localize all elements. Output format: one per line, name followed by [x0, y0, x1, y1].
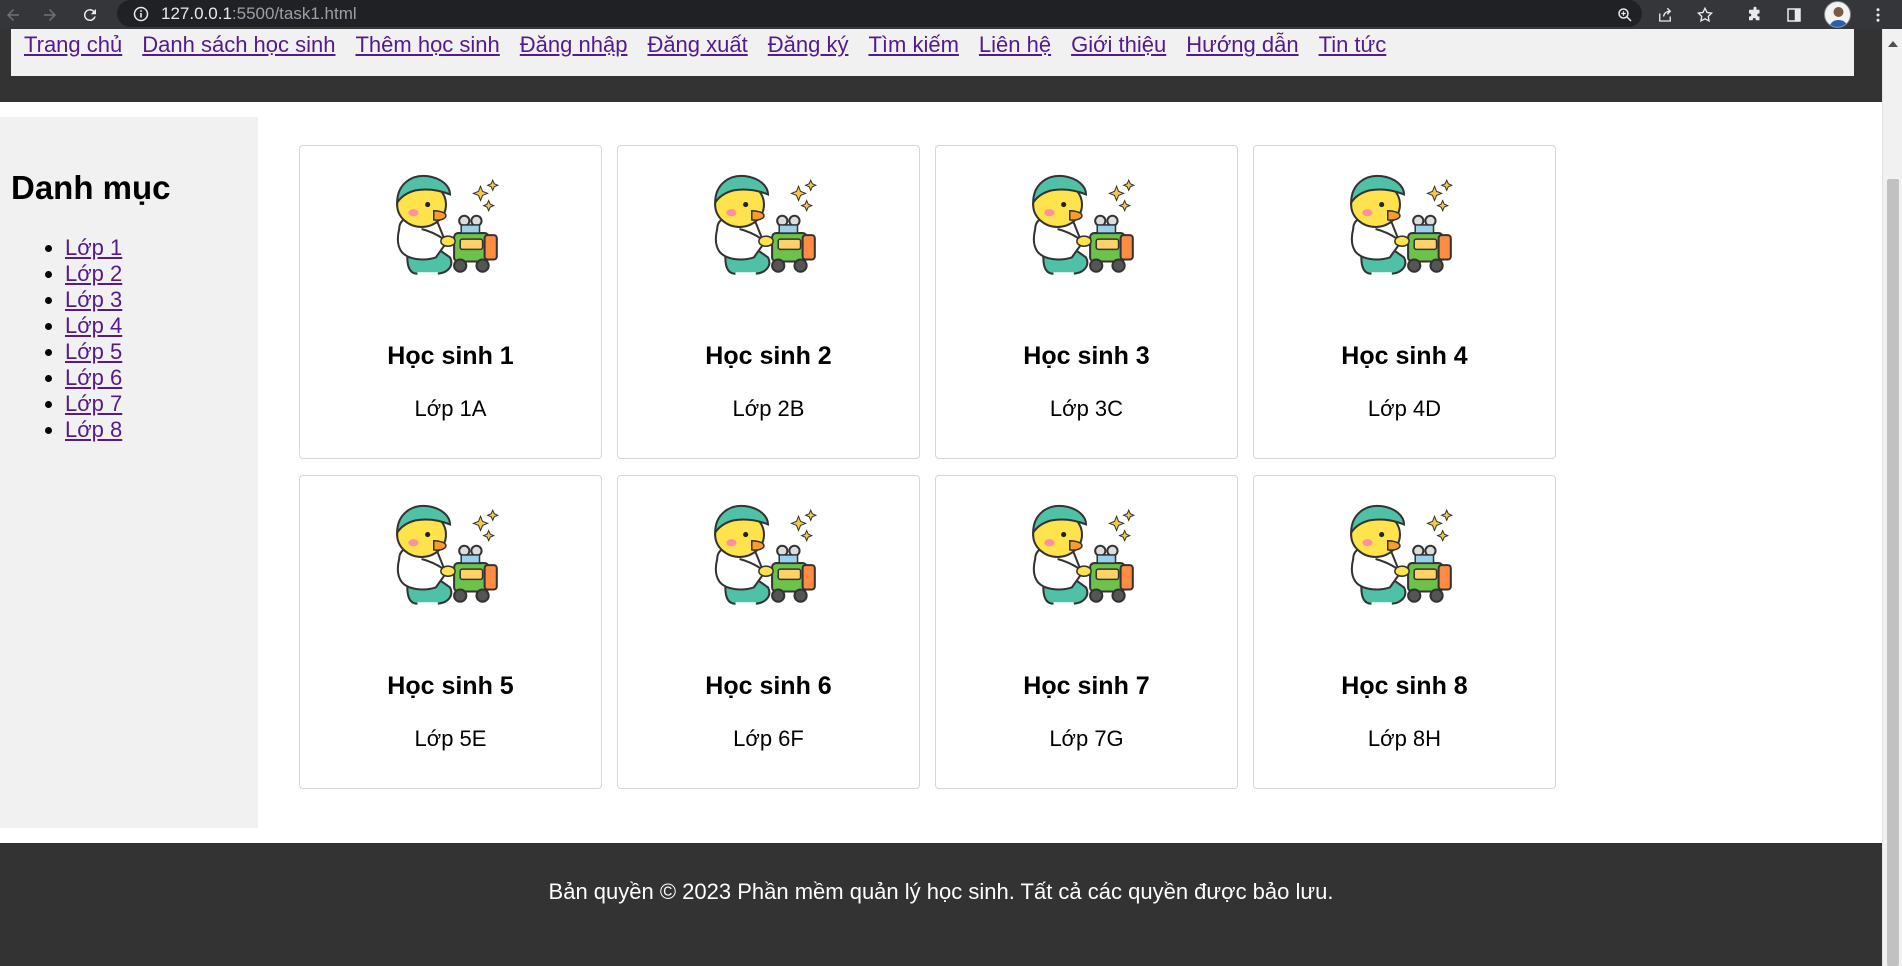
sidebar-item-class-8[interactable]: Lớp 8 [65, 417, 122, 442]
student-name: Học sinh 3 [1023, 342, 1150, 370]
url-text: 127.0.0.1:5500/task1.html [161, 4, 357, 24]
sidebar-item-class-3[interactable]: Lớp 3 [65, 287, 122, 312]
scroll-up-arrow-icon[interactable] [1888, 41, 1898, 47]
list-item: Lớp 1 [65, 235, 122, 261]
nav-link-login[interactable]: Đăng nhập [520, 32, 628, 58]
nav-link-home[interactable]: Trang chủ [24, 32, 122, 58]
student-name: Học sinh 6 [705, 672, 832, 700]
nav-link-search[interactable]: Tìm kiếm [868, 32, 958, 58]
profile-avatar[interactable] [1824, 1, 1851, 28]
sidebar-item-class-1[interactable]: Lớp 1 [65, 235, 122, 260]
duck-robot-illustration [1031, 504, 1136, 606]
nav-link-news[interactable]: Tin tức [1319, 32, 1387, 58]
reload-icon[interactable] [77, 2, 103, 28]
duck-robot-illustration [1031, 174, 1136, 276]
student-name: Học sinh 2 [705, 342, 832, 370]
list-item: Lớp 5 [65, 339, 122, 365]
sidebar-item-class-4[interactable]: Lớp 4 [65, 313, 122, 338]
forward-arrow-icon[interactable] [37, 2, 63, 28]
duck-robot-illustration [713, 174, 818, 276]
student-name: Học sinh 5 [387, 672, 514, 700]
page-viewport: Trang chủ Danh sách học sinh Thêm học si… [0, 29, 1882, 966]
duck-robot-illustration [395, 174, 500, 276]
nav-link-add-student[interactable]: Thêm học sinh [355, 32, 499, 58]
student-class: Lớp 7G [1049, 726, 1124, 751]
url-path: :5500/task1.html [231, 3, 357, 23]
list-item: Lớp 7 [65, 391, 122, 417]
bookmark-star-icon[interactable] [1693, 3, 1717, 27]
sidebar-item-class-7[interactable]: Lớp 7 [65, 391, 122, 416]
list-item: Lớp 4 [65, 313, 122, 339]
browser-toolbar: 127.0.0.1:5500/task1.html [0, 0, 1902, 29]
student-class: Lớp 8H [1367, 726, 1442, 751]
student-grid: Học sinh 1 Lớp 1A Học sinh 2 Lớp 2B Học … [299, 145, 1556, 789]
category-sidebar: Danh mục Lớp 1 Lớp 2 Lớp 3 Lớp 4 Lớp 5 L… [0, 117, 258, 828]
zoom-icon[interactable] [1613, 3, 1637, 27]
student-card[interactable]: Học sinh 7 Lớp 7G [935, 475, 1238, 789]
nav-link-about[interactable]: Giới thiệu [1071, 32, 1166, 58]
duck-robot-illustration [395, 504, 500, 606]
list-item: Lớp 8 [65, 417, 122, 443]
student-card[interactable]: Học sinh 8 Lớp 8H [1253, 475, 1556, 789]
student-class: Lớp 3C [1049, 396, 1124, 421]
nav-link-student-list[interactable]: Danh sách học sinh [142, 32, 335, 58]
nav-link-register[interactable]: Đăng ký [768, 32, 849, 58]
duck-robot-illustration [1349, 174, 1454, 276]
more-menu-icon[interactable] [1866, 3, 1890, 27]
page-scrollbar[interactable] [1882, 29, 1902, 966]
student-card[interactable]: Học sinh 1 Lớp 1A [299, 145, 602, 459]
student-class: Lớp 5E [414, 726, 487, 751]
url-host: 127.0.0.1 [161, 3, 232, 23]
student-class: Lớp 4D [1367, 396, 1442, 421]
address-bar[interactable]: 127.0.0.1:5500/task1.html [117, 0, 1642, 27]
class-list: Lớp 1 Lớp 2 Lớp 3 Lớp 4 Lớp 5 Lớp 6 Lớp … [24, 235, 122, 443]
duck-robot-illustration [713, 504, 818, 606]
sidebar-item-class-5[interactable]: Lớp 5 [65, 339, 122, 364]
student-name: Học sinh 8 [1341, 672, 1468, 700]
copyright-text: Bản quyền © 2023 Phần mềm quản lý học si… [548, 879, 1334, 904]
extensions-puzzle-icon[interactable] [1743, 3, 1767, 27]
nav-link-logout[interactable]: Đăng xuất [647, 32, 747, 58]
student-card[interactable]: Học sinh 3 Lớp 3C [935, 145, 1238, 459]
list-item: Lớp 3 [65, 287, 122, 313]
student-class: Lớp 1A [414, 396, 487, 421]
duck-robot-illustration [1349, 504, 1454, 606]
site-header: Trang chủ Danh sách học sinh Thêm học si… [0, 29, 1882, 102]
site-info-icon[interactable] [133, 6, 149, 22]
sidebar-title: Danh mục [11, 169, 171, 206]
site-footer: Bản quyền © 2023 Phần mềm quản lý học si… [0, 843, 1882, 966]
student-card[interactable]: Học sinh 4 Lớp 4D [1253, 145, 1556, 459]
sidebar-item-class-6[interactable]: Lớp 6 [65, 365, 122, 390]
student-name: Học sinh 7 [1023, 672, 1150, 700]
list-item: Lớp 6 [65, 365, 122, 391]
student-card[interactable]: Học sinh 5 Lớp 5E [299, 475, 602, 789]
list-item: Lớp 2 [65, 261, 122, 287]
student-name: Học sinh 1 [387, 342, 514, 370]
share-icon[interactable] [1653, 3, 1677, 27]
back-arrow-icon[interactable] [0, 2, 26, 28]
top-navigation: Trang chủ Danh sách học sinh Thêm học si… [11, 29, 1854, 76]
side-panel-icon[interactable] [1782, 3, 1806, 27]
student-card[interactable]: Học sinh 6 Lớp 6F [617, 475, 920, 789]
nav-link-contact[interactable]: Liên hệ [979, 32, 1051, 58]
student-class: Lớp 2B [732, 396, 805, 421]
sidebar-item-class-2[interactable]: Lớp 2 [65, 261, 122, 286]
scrollbar-thumb[interactable] [1887, 179, 1899, 966]
student-name: Học sinh 4 [1341, 342, 1468, 370]
student-class: Lớp 6F [733, 726, 804, 751]
student-card[interactable]: Học sinh 2 Lớp 2B [617, 145, 920, 459]
nav-link-guide[interactable]: Hướng dẫn [1186, 32, 1298, 58]
